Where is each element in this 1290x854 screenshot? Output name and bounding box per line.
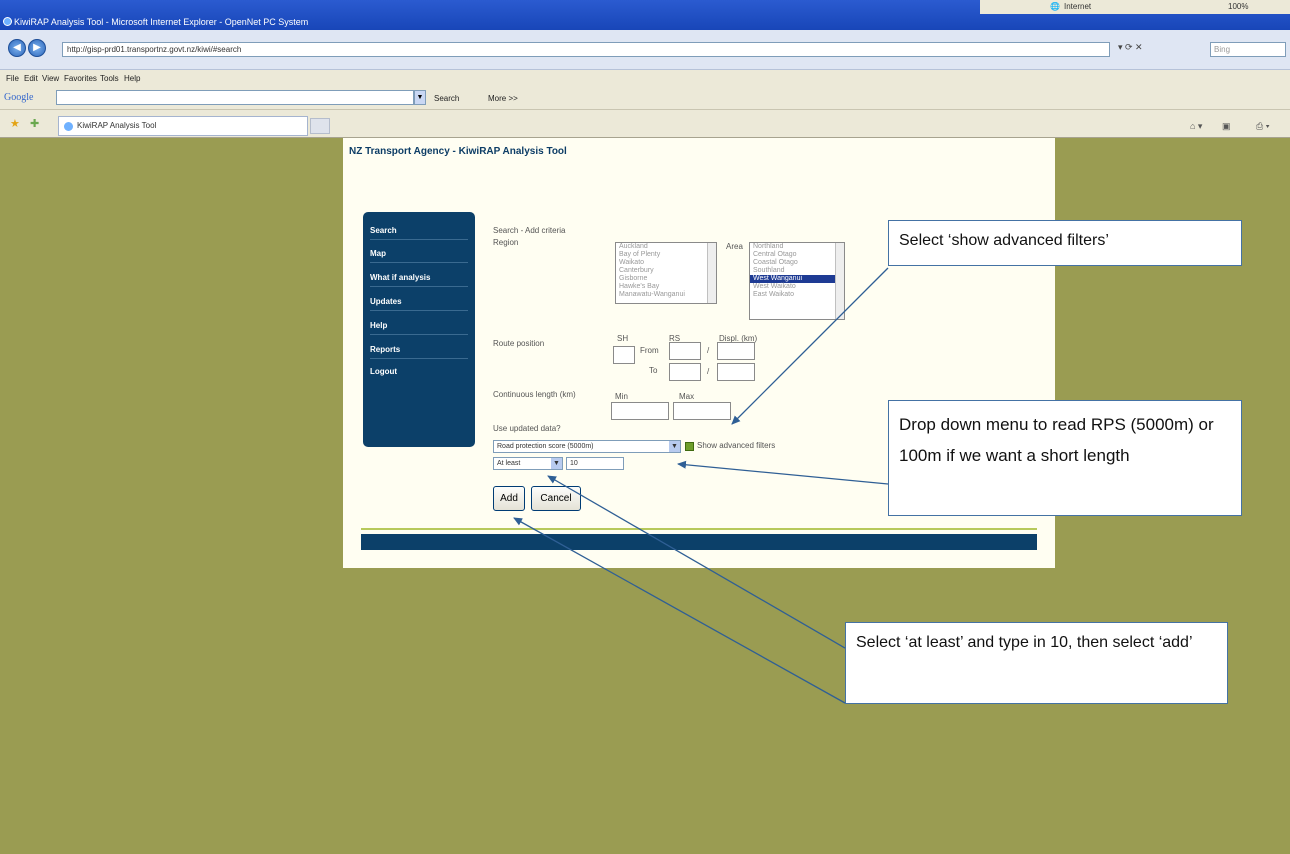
- arrow-to-section-select: [677, 460, 889, 485]
- arrow-to-add-button: [513, 517, 846, 704]
- arrow-to-advanced-checkbox: [731, 267, 889, 425]
- annotation-arrows: [513, 267, 889, 704]
